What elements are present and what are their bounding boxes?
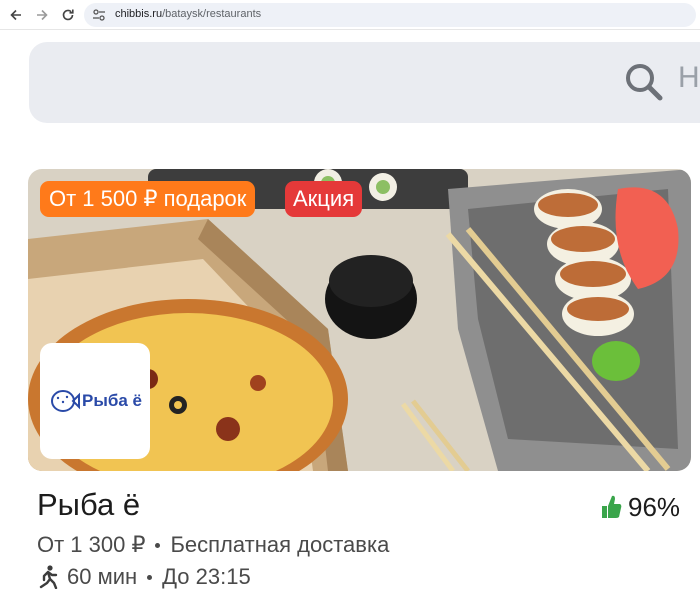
restaurant-logo: Рыба ё xyxy=(40,343,150,459)
thumbs-up-icon xyxy=(602,495,622,518)
arrow-left-icon xyxy=(10,9,21,21)
logo-text: Рыба ё xyxy=(82,391,142,410)
url-host: chibbis.ru xyxy=(115,8,163,20)
delivery-info: От 1 300 ₽ Бесплатная доставка xyxy=(37,532,389,558)
walking-icon xyxy=(39,565,58,589)
reload-button[interactable] xyxy=(58,5,78,25)
url-path: /bataysk/restaurants xyxy=(162,8,262,20)
separator-dot xyxy=(147,574,153,580)
rating: 96% xyxy=(600,491,680,523)
gift-badge: От 1 500 ₽ подарок xyxy=(40,181,256,217)
delivery-cost: Бесплатная доставка xyxy=(170,532,390,557)
site-settings-icon[interactable] xyxy=(92,8,106,22)
browser-toolbar: chibbis.ru/bataysk/restaurants xyxy=(0,0,700,30)
arrow-right-icon xyxy=(37,9,48,21)
time-info: 60 мин До 23:15 xyxy=(37,564,251,590)
rating-value: 96% xyxy=(628,491,681,522)
search-icon[interactable] xyxy=(624,62,664,102)
url-text: chibbis.ru/bataysk/restaurants xyxy=(115,8,261,20)
back-button[interactable] xyxy=(6,5,26,25)
separator-dot xyxy=(155,542,161,548)
promo-badge: Акция xyxy=(285,181,363,217)
reload-icon xyxy=(62,9,74,21)
search-placeholder: Н xyxy=(678,61,700,94)
restaurant-name[interactable]: Рыба ё xyxy=(37,487,140,523)
forward-button[interactable] xyxy=(32,5,52,25)
address-bar[interactable]: chibbis.ru/bataysk/restaurants xyxy=(84,3,696,27)
min-order: От 1 300 ₽ xyxy=(37,532,146,557)
search-input[interactable]: Н xyxy=(29,42,700,123)
open-until: До 23:15 xyxy=(162,564,251,589)
fish-logo-icon xyxy=(51,390,80,412)
delivery-time: 60 мин xyxy=(67,564,138,589)
